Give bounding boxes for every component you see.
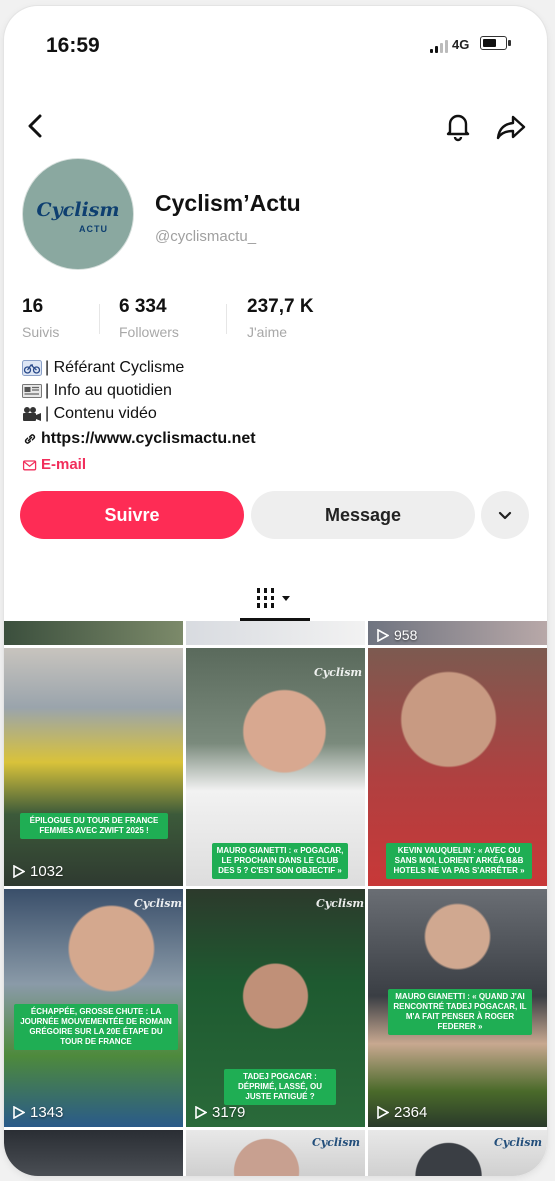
stat-following[interactable]: 16 Suivis [22,296,59,340]
video-caption: Épilogue du Tour de France Femmes avec Z… [20,813,168,839]
bio-text: | Info au quotidien [45,382,172,399]
stat-followers[interactable]: 6 334 Followers [119,296,179,340]
video-tile[interactable]: Cyclism Échappée, grosse chute : la jour… [4,889,183,1127]
status-bar: 16:59 4G [4,6,547,84]
envelope-icon [22,459,37,470]
bio-line: | Référant Cyclisme [22,359,184,377]
play-icon [13,865,25,878]
video-tile[interactable]: Cyclism [368,1130,547,1176]
video-watermark: Cyclism [314,666,363,679]
bio-line: | Info au quotidien [22,382,172,400]
video-tile[interactable]: Épilogue du Tour de France Femmes avec Z… [4,648,183,886]
video-views: 3179 [194,1104,245,1121]
bell-icon[interactable] [442,110,474,142]
stat-divider [99,304,100,334]
avatar[interactable]: Cyclism ACTU [23,159,133,269]
views-count: 3179 [212,1104,246,1121]
stat-label: J'aime [247,324,288,340]
avatar-logo-text: Cyclism [36,199,120,221]
video-grid: 958 Épilogue du Tour de France Femmes av… [4,621,547,1176]
video-tile[interactable] [186,621,365,645]
stat-label: Followers [119,324,179,340]
link-icon [24,434,36,444]
play-icon [377,628,389,642]
video-watermark: Cyclism [494,1136,543,1149]
play-icon [13,1106,25,1119]
video-views: 1343 [12,1104,63,1121]
video-watermark: Cyclism [134,897,183,910]
profile-name: Cyclism’Actu [155,190,301,216]
video-tile[interactable]: Cyclism Mauro Gianetti : « Pogacar, le p… [186,648,365,886]
video-tile[interactable] [4,1130,183,1176]
video-tile[interactable]: Cyclism Tadej Pogacar : déprimé, lassé, … [186,889,365,1127]
video-caption: Mauro Gianetti : « Quand j'ai rencontré … [388,989,532,1035]
battery-icon [480,36,511,50]
video-watermark: Cyclism [316,897,365,910]
video-caption: Kevin Vauquelin : « Avec ou sans moi, Lo… [386,843,532,879]
phone-screen: 16:59 4G Cyclism ACTU Cyclism’Actu @cycl… [4,6,547,1176]
bio-text: | Référant Cyclisme [45,359,185,376]
chevron-down-icon [498,511,512,520]
views-count: 1032 [30,863,64,880]
stat-likes[interactable]: 237,7 K J'aime [247,296,314,340]
stat-label: Suivis [22,324,60,340]
video-tile[interactable] [4,621,183,645]
status-time: 16:59 [46,34,100,57]
bio-line: | Contenu vidéo [22,405,157,423]
video-caption: Échappée, grosse chute : la journée mouv… [14,1004,178,1050]
video-camera-icon [23,407,41,421]
videos-grid-tab-icon[interactable] [252,584,300,612]
views-count: 1343 [30,1104,64,1121]
back-arrow-icon[interactable] [20,110,52,142]
follow-button[interactable]: Suivre [20,491,244,539]
stat-divider [226,304,227,334]
video-tile[interactable]: 958 [368,621,547,645]
video-views: 958 [376,627,417,643]
website-url: https://www.cyclismactu.net [41,430,256,447]
play-icon [195,1106,207,1119]
message-button[interactable]: Message [251,491,475,539]
bio-text: | Contenu vidéo [45,405,157,422]
share-icon[interactable] [494,110,528,144]
website-link[interactable]: https://www.cyclismactu.net [22,430,256,448]
video-watermark: Cyclism [312,1136,361,1149]
views-count: 958 [394,627,418,643]
bicycle-icon [22,360,42,376]
views-count: 2364 [394,1104,428,1121]
email-link[interactable]: E-mail [22,456,86,473]
signal-icon [430,39,448,53]
stat-value: 237,7 K [247,296,314,317]
stat-value: 16 [22,296,44,317]
video-views: 1032 [12,863,63,880]
video-tile[interactable]: Kevin Vauquelin : « Avec ou sans moi, Lo… [368,648,547,886]
stat-value: 6 334 [119,296,167,317]
profile-handle: @cyclismactu_ [155,228,257,245]
play-icon [377,1106,389,1119]
video-views: 2364 [376,1104,427,1121]
more-options-button[interactable] [481,491,529,539]
email-label: E-mail [41,456,87,473]
newspaper-icon [22,384,42,398]
network-type: 4G [452,37,470,52]
video-tile[interactable]: Mauro Gianetti : « Quand j'ai rencontré … [368,889,547,1127]
video-caption: Mauro Gianetti : « Pogacar, le prochain … [212,843,348,879]
avatar-logo-subtext: ACTU [79,224,108,234]
video-tile[interactable]: Cyclism [186,1130,365,1176]
video-caption: Tadej Pogacar : déprimé, lassé, ou juste… [224,1069,336,1105]
